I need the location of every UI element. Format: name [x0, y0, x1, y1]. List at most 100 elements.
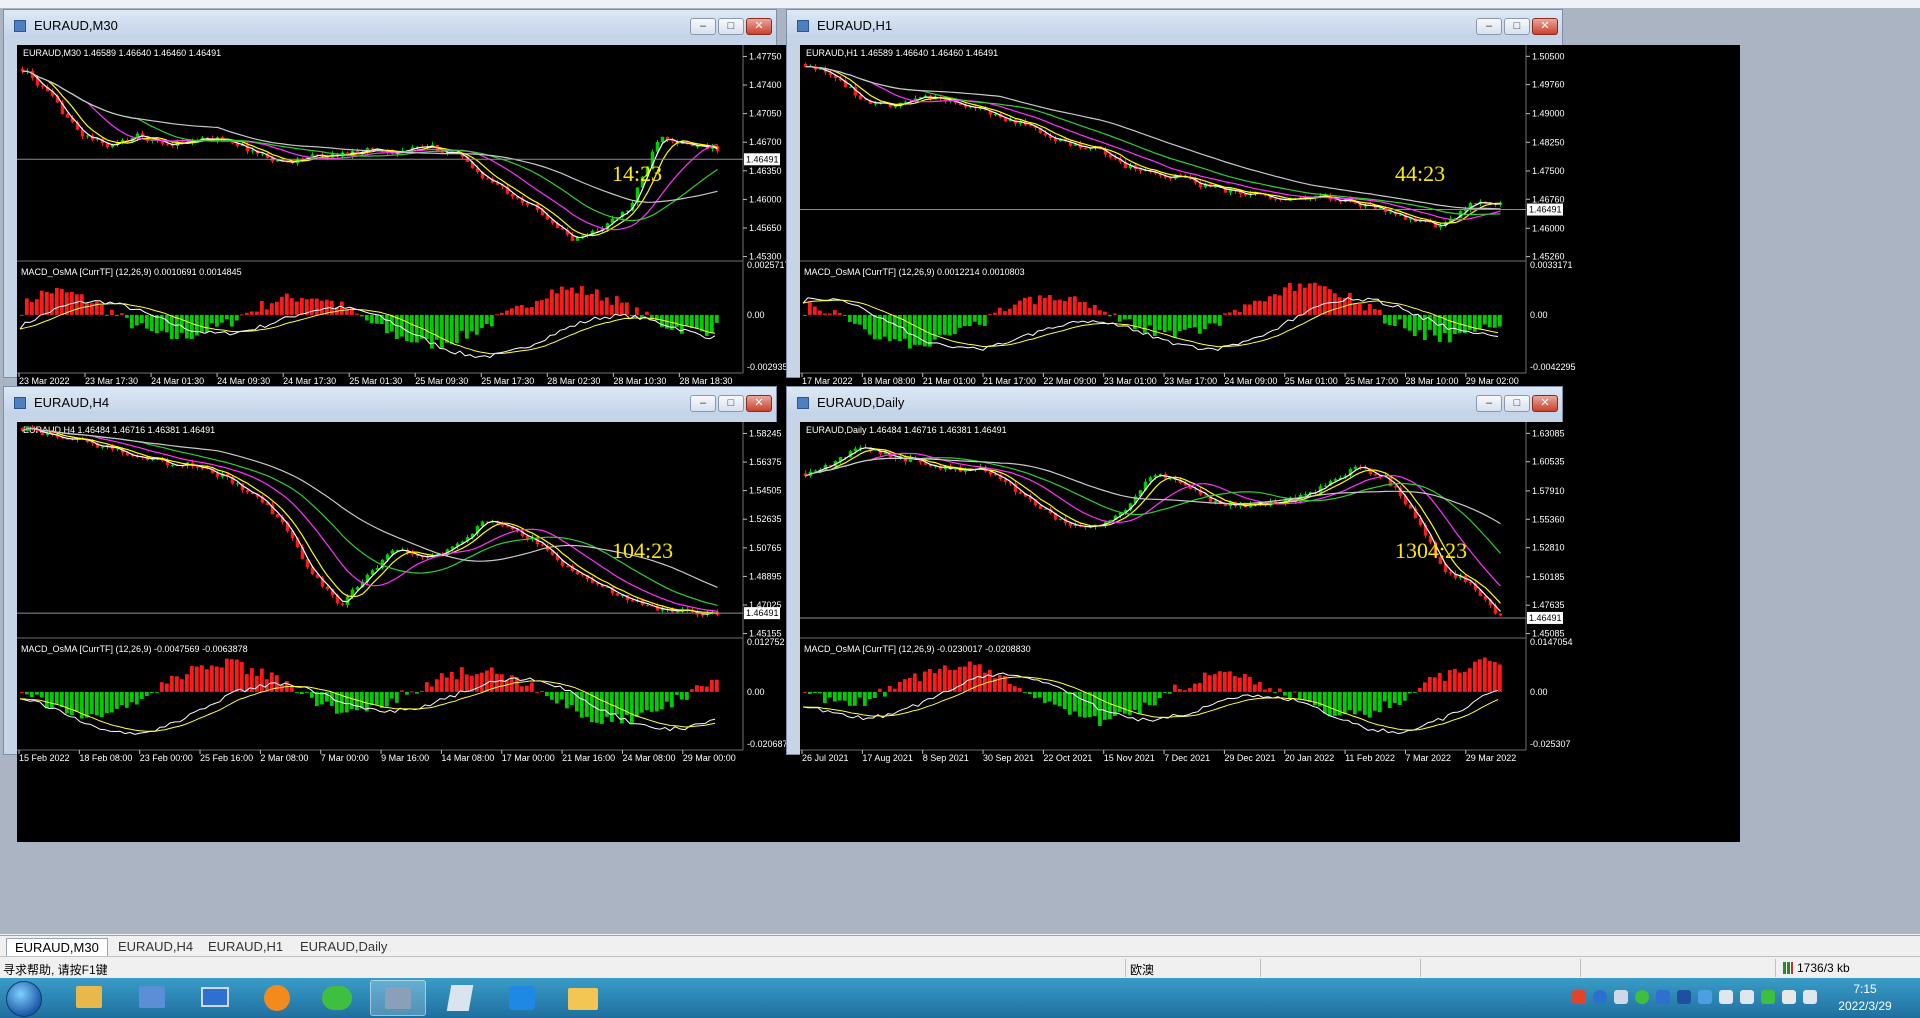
osma-histogram-bar — [1303, 691, 1307, 700]
maximize-button[interactable]: □ — [718, 395, 744, 412]
osma-histogram-bar — [1463, 671, 1467, 692]
osma-histogram-bar — [595, 289, 599, 315]
tab-euraud-h1[interactable]: EURAUD,H1 — [200, 938, 291, 955]
osma-histogram-bar — [160, 682, 164, 692]
osma-histogram-bar — [1053, 691, 1057, 705]
indicator-tick-label: -0.020687 — [747, 739, 788, 749]
tray-power-icon[interactable] — [1761, 990, 1775, 1004]
tray-help-icon[interactable] — [1593, 990, 1607, 1004]
osma-histogram-bar — [1418, 687, 1422, 692]
time-tick-label: 24 Mar 09:00 — [1224, 376, 1277, 386]
chart-tab-bar: EURAUD,M30 EURAUD,H4 EURAUD,H1 EURAUD,Da… — [0, 935, 1920, 956]
osma-histogram-bar — [690, 689, 694, 692]
tab-euraud-h4[interactable]: EURAUD,H4 — [110, 938, 201, 955]
osma-histogram-bar — [873, 691, 877, 699]
osma-histogram-bar — [1013, 304, 1017, 315]
close-button[interactable]: ✕ — [746, 395, 772, 412]
taskbar-app-notes-icon[interactable] — [433, 980, 489, 1016]
chart-window-m30[interactable]: EURAUD,M30– □ ✕ EURAUD,M30 1.46589 1.46640 … — [3, 9, 957, 465]
price-tick-label: 1.58245 — [749, 428, 782, 438]
osma-histogram-bar — [903, 679, 907, 692]
osma-histogram-bar — [1188, 314, 1192, 328]
osma-histogram-bar — [953, 314, 957, 335]
taskbar-app-mt4-icon[interactable] — [370, 980, 426, 1016]
current-price-label: 1.46491 — [746, 154, 779, 164]
osma-histogram-bar — [848, 314, 852, 323]
start-button-icon[interactable] — [6, 981, 42, 1017]
minimize-button[interactable]: – — [1476, 395, 1502, 412]
osma-histogram-bar — [1488, 314, 1492, 328]
tray-sogou-icon[interactable] — [1572, 990, 1586, 1004]
osma-histogram-bar — [1003, 311, 1007, 315]
osma-histogram-bar — [993, 312, 997, 315]
tray-signal-icon[interactable] — [1803, 990, 1817, 1004]
osma-histogram-bar — [1453, 314, 1457, 334]
maximize-button[interactable]: □ — [718, 18, 744, 35]
osma-histogram-bar — [310, 691, 314, 698]
taskbar-app-browser-icon[interactable] — [250, 980, 306, 1016]
osma-histogram-bar — [40, 290, 44, 315]
taskbar-app-wechat-icon[interactable] — [310, 980, 366, 1016]
maximize-button[interactable]: □ — [1504, 18, 1530, 35]
taskbar-app-network-icon[interactable] — [125, 980, 181, 1016]
chart-canvas[interactable]: EURAUD,Daily 1.46484 1.46716 1.46381 1.4… — [800, 422, 1740, 842]
close-button[interactable]: ✕ — [746, 18, 772, 35]
close-button[interactable]: ✕ — [1532, 395, 1558, 412]
osma-histogram-bar — [415, 691, 419, 694]
taskbar-app-monitor-icon[interactable] — [187, 980, 243, 1016]
osma-histogram-bar — [655, 691, 659, 712]
chart-window-title-bar[interactable]: EURAUD,M30 – □ ✕ — [4, 10, 776, 38]
tab-euraud-m30[interactable]: EURAUD,M30 — [6, 938, 108, 956]
tray-volume-icon[interactable] — [1719, 990, 1733, 1004]
chart-window-title-bar[interactable]: EURAUD,Daily – □ ✕ — [787, 387, 1562, 415]
price-tick-label: 1.46760 — [1532, 194, 1565, 204]
chart-info-label: EURAUD,H1 1.46589 1.46640 1.46460 1.4649… — [806, 48, 998, 58]
chart-window-h1[interactable]: EURAUD,H1– □ ✕ EURAUD,H1 1.46589 1.46640 1.… — [786, 9, 1740, 465]
osma-histogram-bar — [1173, 314, 1177, 338]
candle-body — [40, 85, 45, 87]
tray-usb-icon[interactable] — [1614, 990, 1628, 1004]
time-tick-label: 21 Mar 16:00 — [562, 753, 615, 763]
tray-wechat-icon[interactable] — [1635, 990, 1649, 1004]
osma-histogram-bar — [405, 691, 409, 695]
tray-shield-icon[interactable] — [1677, 990, 1691, 1004]
taskbar-app-folder-icon[interactable] — [555, 980, 611, 1016]
price-tick-label: 1.46350 — [749, 166, 782, 176]
chart-window-title-bar[interactable]: EURAUD,H4 – □ ✕ — [4, 387, 776, 415]
tray-network-icon[interactable] — [1740, 990, 1754, 1004]
osma-histogram-bar — [1178, 689, 1182, 692]
osma-histogram-bar — [1298, 691, 1302, 700]
osma-histogram-bar — [858, 691, 862, 698]
osma-histogram-bar — [1038, 295, 1042, 315]
osma-histogram-bar — [853, 314, 857, 324]
chart-window-daily[interactable]: EURAUD,Daily – □ ✕ EURAUD,Daily 1.46484 1.46… — [786, 386, 1740, 842]
maximize-button[interactable]: □ — [1504, 395, 1530, 412]
osma-histogram-bar — [1273, 691, 1277, 693]
osma-histogram-bar — [1358, 303, 1362, 315]
taskbar-app-explorer-icon[interactable] — [62, 980, 118, 1016]
taskbar-app-editor-icon[interactable] — [495, 980, 551, 1016]
osma-histogram-bar — [1008, 684, 1012, 692]
osma-histogram-bar — [85, 691, 89, 718]
tray-flag-icon[interactable] — [1782, 990, 1796, 1004]
price-tick-label: 1.47025 — [749, 600, 782, 610]
minimize-button[interactable]: – — [690, 18, 716, 35]
chart-window-h4[interactable]: EURAUD,H4– □ ✕ EURAUD,H4 1.46484 1.46716 1.… — [3, 386, 957, 842]
minimize-button[interactable]: – — [1476, 18, 1502, 35]
osma-histogram-bar — [165, 683, 169, 692]
osma-histogram-bar — [420, 690, 424, 692]
close-button[interactable]: ✕ — [1532, 18, 1558, 35]
osma-histogram-bar — [1403, 314, 1407, 329]
tray-app2-icon[interactable] — [1698, 990, 1712, 1004]
osma-histogram-bar — [20, 314, 24, 316]
osma-histogram-bar — [535, 300, 539, 315]
minimize-button[interactable]: – — [690, 395, 716, 412]
osma-histogram-bar — [145, 691, 149, 697]
tab-euraud-daily[interactable]: EURAUD,Daily — [292, 938, 395, 955]
time-tick-label: 17 Aug 2021 — [862, 753, 913, 763]
tray-app-icon[interactable] — [1656, 990, 1670, 1004]
chart-window-title-bar[interactable]: EURAUD,H1 – □ ✕ — [787, 10, 1562, 38]
taskbar-clock[interactable]: 7:15 2022/3/29 — [1830, 981, 1900, 1015]
candle-body — [580, 235, 585, 237]
osma-histogram-bar — [545, 691, 549, 697]
